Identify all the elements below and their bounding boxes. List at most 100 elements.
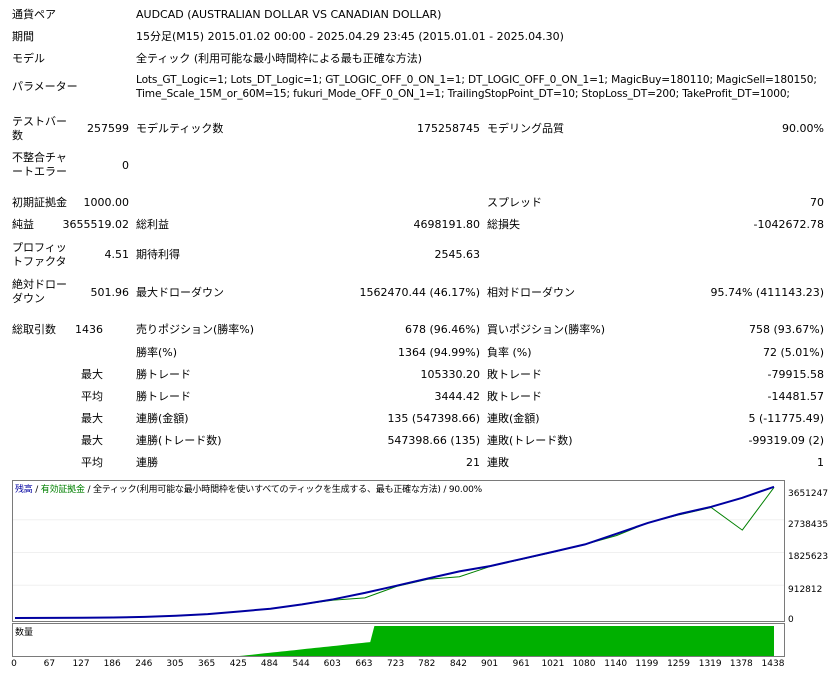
gross-profit-label: 総利益 (136, 218, 169, 231)
x-tick-label: 663 (355, 659, 373, 669)
mismatch-label-2: ートエラー (12, 165, 67, 178)
gross-profit-value: 4698191.80 (413, 218, 480, 231)
params-line-2: Time_Scale_15M_or_60M=15; fukuri_Mode_OF… (136, 88, 790, 100)
max-drawdown-value: 1562470.44 (46.17%) (359, 286, 480, 299)
x-tick-label: 1140 (604, 659, 628, 669)
x-tick-label: 1021 (541, 659, 565, 669)
max-prefix-3: 最大 (81, 434, 103, 447)
rel-drawdown-value: 95.74% (411143.23) (710, 286, 824, 299)
cons-wins-label: 連勝(金額) (136, 412, 189, 425)
x-tick-label: 1319 (698, 659, 722, 669)
long-positions-value: 758 (93.67%) (748, 323, 824, 336)
y-tick-label: 1825623 (788, 552, 829, 562)
x-tick-label: 723 (387, 659, 405, 669)
model-value: 全ティック (利用可能な最小時間枠による最も正確な方法) (136, 52, 423, 65)
spread-value: 70 (810, 196, 824, 209)
avg-cons-wins-label: 連勝 (136, 456, 158, 469)
total-trades-value: 1436 (75, 323, 103, 336)
cons-loss-label: 連敗(トレード数) (487, 434, 573, 447)
params-line-1: Lots_GT_Logic=1; Lots_DT_Logic=1; GT_LOG… (136, 74, 817, 86)
long-positions-label: 買いポジション(勝率%) (487, 323, 606, 336)
max-prefix-2: 最大 (81, 412, 103, 425)
rel-drawdown-label: 相対ドローダウン (487, 286, 575, 299)
short-positions-label: 売りポジション(勝率%) (136, 323, 255, 336)
x-tick-label: 961 (512, 659, 530, 669)
legend-model: 全ティック(利用可能な最小時間枠を使いすべてのティックを生成する、最も正確な方法… (92, 485, 441, 495)
x-tick-label: 1438 (761, 659, 785, 669)
cons-profit-label: 連勝(トレード数) (136, 434, 222, 447)
x-tick-label: 1080 (572, 659, 596, 669)
gross-loss-value: -1042672.78 (753, 218, 824, 231)
x-tick-label: 842 (449, 659, 467, 669)
balance-chart: 残高 / 有効証拠金 / 全ティック(利用可能な最小時間枠を使いすべてのティック… (12, 480, 785, 622)
symbol-value: AUDCAD (AUSTRALIAN DOLLAR VS CANADIAN DO… (136, 8, 442, 21)
deposit-value: 1000.00 (83, 196, 130, 209)
params-label: パラメーター (12, 80, 78, 93)
period-label: 期間 (12, 30, 34, 43)
legend-sep-1: / (32, 485, 41, 495)
x-tick-label: 365 (198, 659, 216, 669)
ticks-value: 175258745 (417, 122, 480, 135)
x-tick-label: 305 (166, 659, 184, 669)
deposit-label: 初期証拠金 (12, 196, 67, 209)
avg-cons-losses-label: 連敗 (487, 456, 509, 469)
avg-win-label: 勝トレード (136, 390, 191, 403)
max-drawdown-label: 最大ドローダウン (136, 286, 224, 299)
mismatch-value: 0 (122, 159, 129, 172)
gross-loss-label: 総損失 (487, 218, 520, 231)
total-trades-label: 総取引数 (12, 323, 56, 336)
balance-chart-plot (13, 485, 784, 619)
y-tick-label: 912812 (788, 585, 823, 595)
symbol-label: 通貨ペア (12, 8, 56, 21)
profit-factor-label: プロフィッ (12, 241, 67, 254)
win-rate-label: 勝率(%) (136, 346, 178, 359)
volume-chart: 数量 (12, 623, 785, 657)
volume-label: 数量 (15, 628, 34, 638)
max-prefix-1: 最大 (81, 368, 103, 381)
legend-quality: 90.00% (448, 485, 482, 495)
avg-loss-value: -14481.57 (767, 390, 824, 403)
x-tick-label: 186 (103, 659, 121, 669)
avg-prefix-2: 平均 (81, 456, 103, 469)
y-tick-label: 3651247 (788, 489, 829, 499)
legend-equity: 有効証拠金 (40, 485, 85, 495)
bars-label-2: 数 (12, 129, 23, 142)
bars-value: 257599 (87, 122, 129, 135)
avg-loss-label: 敗トレード (487, 390, 542, 403)
mismatch-label: 不整合チャ (12, 151, 67, 164)
x-tick-label: 0 (11, 659, 17, 669)
win-rate-value: 1364 (94.99%) (397, 346, 480, 359)
quality-label: モデリング品質 (487, 122, 564, 135)
chart-legend: 残高 / 有効証拠金 / 全ティック(利用可能な最小時間枠を使いすべてのティック… (15, 482, 482, 495)
x-tick-label: 782 (418, 659, 436, 669)
profit-factor-label-2: トファクタ (12, 255, 67, 268)
x-tick-label: 127 (72, 659, 90, 669)
model-label: モデル (12, 52, 45, 65)
largest-win-value: 105330.20 (420, 368, 481, 381)
x-tick-label: 1378 (729, 659, 753, 669)
expected-payoff-value: 2545.63 (434, 248, 481, 261)
x-tick-label: 246 (135, 659, 153, 669)
cons-loss-value: -99319.09 (2) (748, 434, 824, 447)
legend-sep-2: / (84, 485, 93, 495)
legend-sep-3: / (440, 485, 449, 495)
largest-loss-label: 敗トレード (487, 368, 542, 381)
y-tick-label: 0 (788, 615, 794, 625)
ticks-label: モデルティック数 (136, 122, 224, 135)
abs-drawdown-label: 絶対ドロー (12, 278, 67, 291)
cons-losses-value: 5 (-11775.49) (748, 412, 824, 425)
x-tick-label: 1259 (667, 659, 690, 669)
volume-area (239, 626, 775, 656)
x-tick-label: 67 (43, 659, 56, 669)
x-tick-label: 603 (323, 659, 341, 669)
spread-label: スプレッド (487, 196, 542, 209)
avg-cons-losses-value: 1 (817, 456, 824, 469)
legend-balance: 残高 (15, 485, 33, 495)
avg-prefix-1: 平均 (81, 390, 103, 403)
short-positions-value: 678 (96.46%) (404, 323, 480, 336)
loss-rate-label: 負率 (%) (487, 346, 532, 359)
net-profit-label: 純益 (12, 218, 34, 231)
cons-losses-label: 連敗(金額) (487, 412, 540, 425)
volume-chart-plot (239, 626, 775, 656)
x-tick-label: 1199 (635, 659, 659, 669)
